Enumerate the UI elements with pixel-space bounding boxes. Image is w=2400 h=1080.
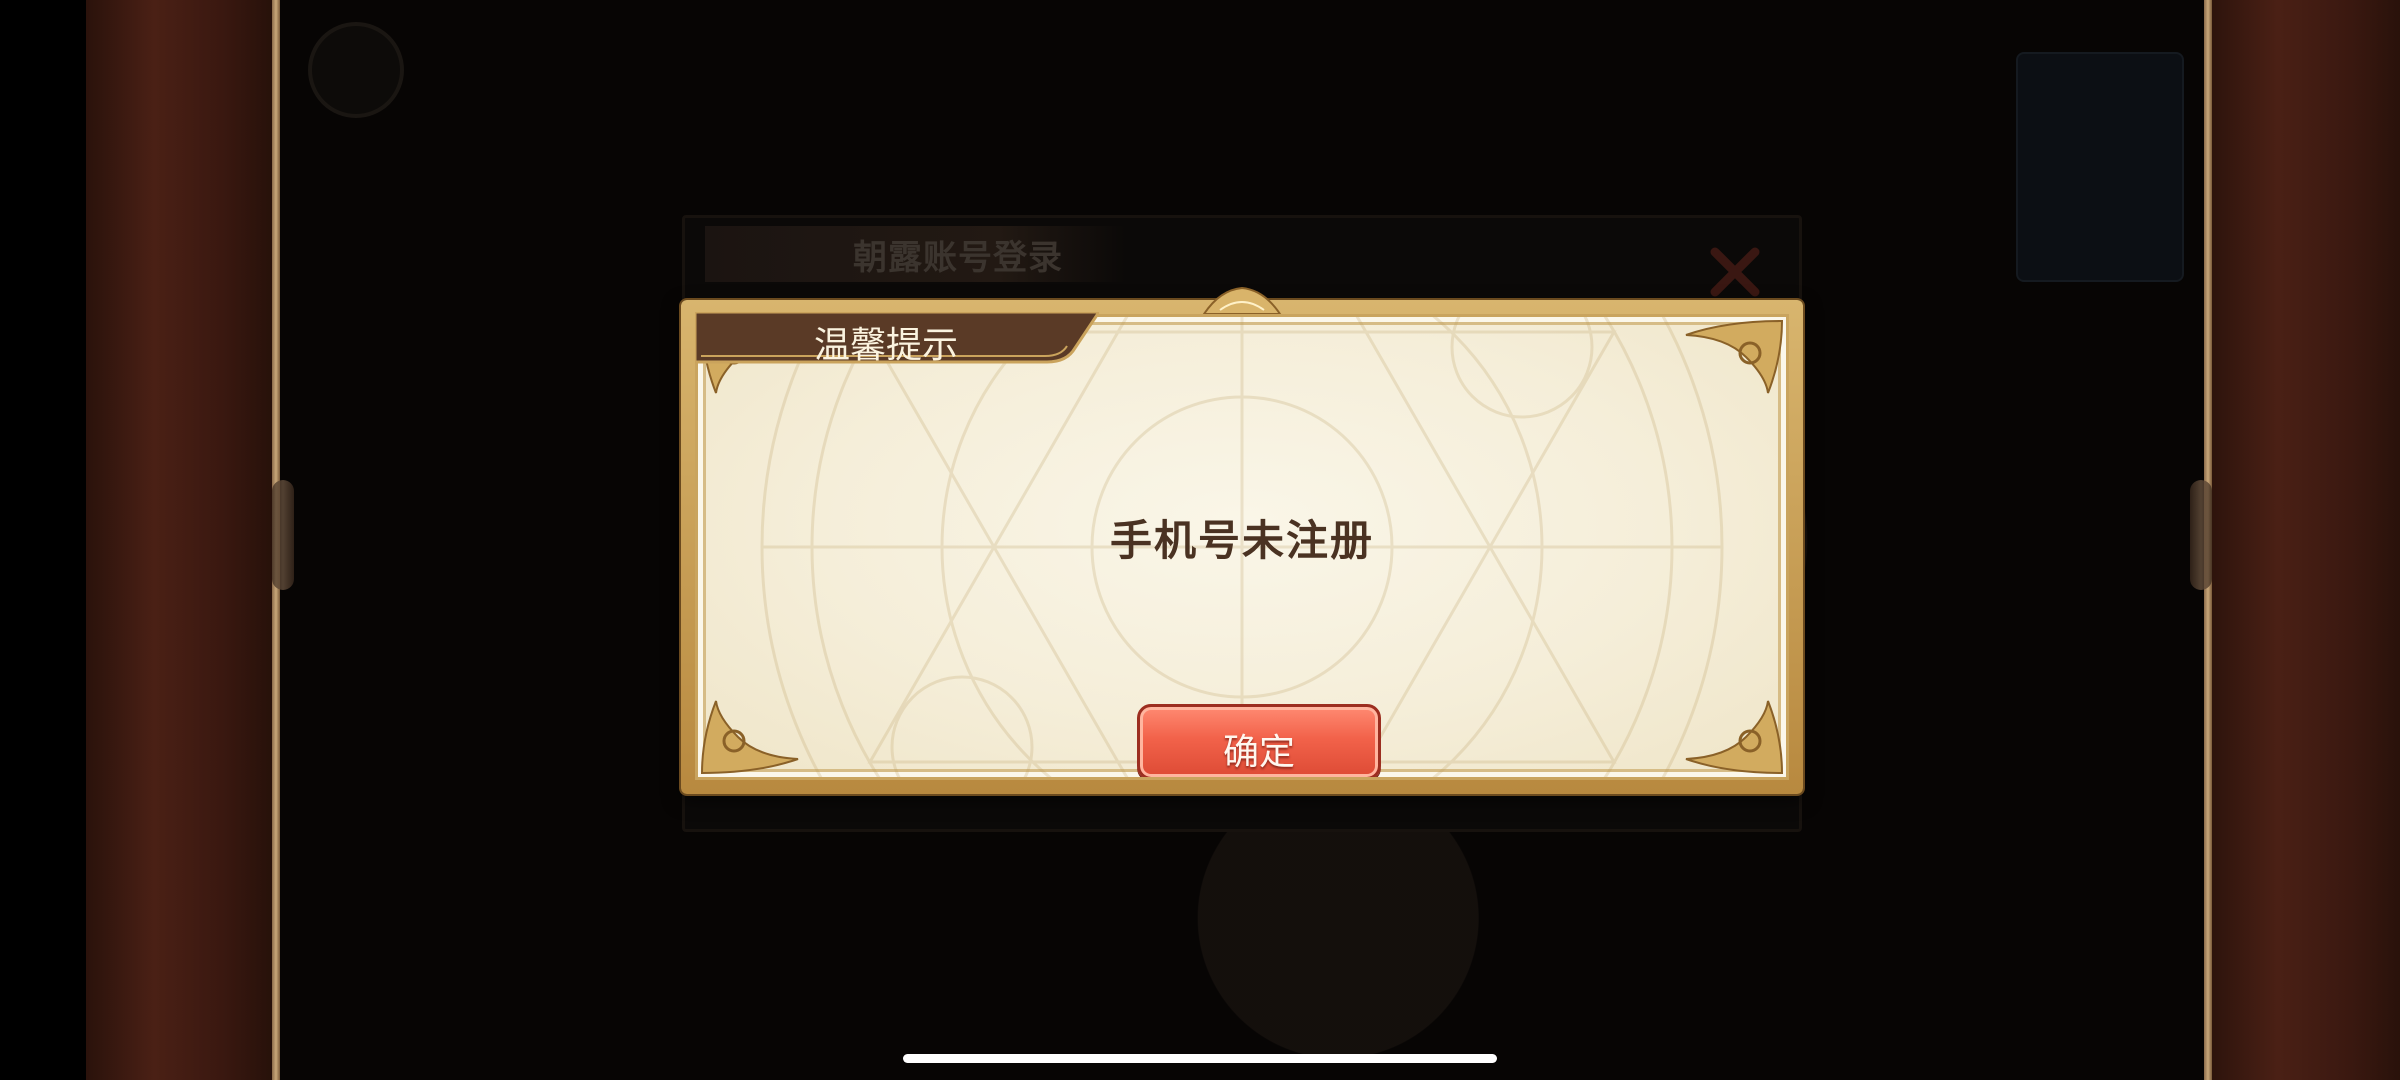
close-icon <box>1710 247 1760 297</box>
notice-dialog: 手机号未注册 确定 温馨提示 <box>681 286 1803 794</box>
notice-title: 温馨提示 <box>813 325 959 366</box>
home-indicator[interactable] <box>903 1054 1497 1063</box>
left-wood-frame <box>86 0 294 1080</box>
corner-ornament-icon <box>1685 319 1784 394</box>
confirm-button[interactable]: 确定 <box>1137 704 1381 777</box>
right-wood-frame <box>2190 0 2400 1080</box>
background-info-card <box>2016 52 2184 282</box>
right-frame-knob <box>2190 480 2212 590</box>
confirm-button-label: 确定 <box>1222 732 1295 773</box>
corner-ornament-icon <box>700 700 799 775</box>
left-frame-knob <box>272 480 294 590</box>
background-menu-icon <box>308 22 404 118</box>
notice-parchment: 手机号未注册 确定 <box>695 314 1789 780</box>
top-ornament-icon <box>1202 286 1282 315</box>
corner-ornament-icon <box>1685 700 1784 775</box>
login-dialog-title: 朝露账号登录 <box>853 238 1063 278</box>
notice-message: 手机号未注册 <box>1109 516 1374 565</box>
